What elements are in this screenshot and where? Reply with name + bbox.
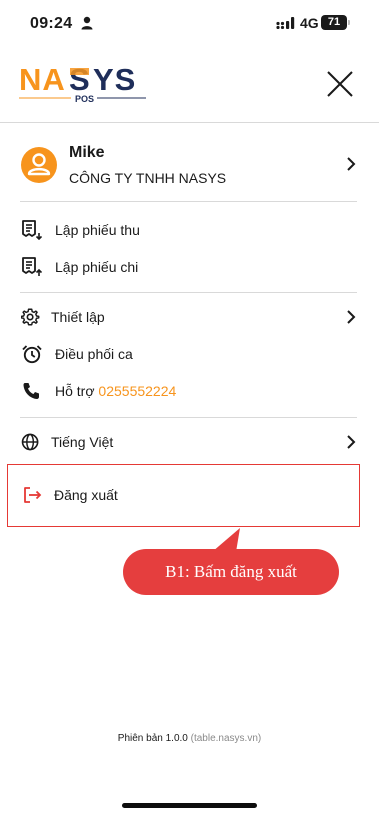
close-icon[interactable]: [322, 66, 358, 102]
menu-item-support[interactable]: Hỗ trợ 0255552224: [0, 373, 379, 409]
network-type: 4G: [300, 15, 319, 31]
menu-item-payment[interactable]: Lập phiếu chi: [0, 249, 379, 285]
menu-item-shift[interactable]: Điều phối ca: [0, 336, 379, 372]
menu-label-receipt: Lập phiếu thu: [55, 222, 140, 238]
phone-icon: [23, 383, 39, 399]
svg-text:NA: NA: [19, 62, 66, 97]
globe-icon: [21, 433, 39, 451]
header-divider: [0, 122, 379, 123]
profile-divider: [20, 201, 357, 202]
chevron-right-icon: [347, 310, 356, 324]
menu-label-payment: Lập phiếu chi: [55, 259, 139, 275]
logout-icon: [24, 487, 42, 503]
status-bar: 09:24 4G 71: [0, 0, 379, 50]
chevron-right-icon: [347, 435, 356, 449]
svg-text:YS: YS: [93, 62, 136, 97]
callout-annotation: B1: Bấm đăng xuất: [123, 549, 339, 595]
gear-icon: [21, 308, 40, 326]
menu-label-support: Hỗ trợ 0255552224: [55, 383, 176, 399]
menu-item-receipt[interactable]: Lập phiếu thu: [0, 212, 379, 248]
support-label: Hỗ trợ: [55, 383, 95, 399]
signal-icon: [276, 17, 295, 29]
version-text: Phiên bản 1.0.0: [117, 733, 188, 744]
menu-label-settings: Thiết lập: [51, 309, 105, 325]
home-indicator: [122, 803, 257, 808]
chevron-right-icon: [347, 157, 356, 171]
receipt-in-icon: [22, 220, 42, 240]
user-icon: [21, 147, 57, 183]
menu-label-logout: Đăng xuất: [54, 487, 118, 503]
menu-item-language[interactable]: Tiếng Việt: [0, 424, 379, 460]
menu-label-shift: Điều phối ca: [55, 346, 133, 362]
menu-divider-2: [20, 417, 357, 418]
menu-item-logout[interactable]: Đăng xuất: [0, 477, 379, 513]
svg-text:S: S: [69, 62, 91, 97]
battery-icon: 71: [321, 15, 347, 30]
support-phone-link[interactable]: 0255552224: [98, 383, 176, 399]
battery-tip: [348, 20, 350, 25]
nasys-pos-logo: NA S YS POS: [19, 62, 146, 104]
menu-item-settings[interactable]: Thiết lập: [0, 299, 379, 335]
menu-divider-1: [20, 292, 357, 293]
version-url: (table.nasys.vn): [190, 733, 262, 744]
version-info: Phiên bản 1.0.0 (table.nasys.vn): [0, 733, 379, 744]
svg-text:POS: POS: [75, 94, 94, 104]
profile-name: Mike: [69, 144, 105, 161]
menu-label-language: Tiếng Việt: [51, 434, 114, 450]
profile-row[interactable]: Mike CÔNG TY TNHH NASYS: [0, 132, 379, 196]
receipt-out-icon: [22, 257, 42, 276]
person-icon: [81, 16, 93, 30]
alarm-clock-icon: [22, 345, 42, 364]
profile-company: CÔNG TY TNHH NASYS: [69, 170, 227, 186]
status-time: 09:24: [30, 15, 73, 32]
